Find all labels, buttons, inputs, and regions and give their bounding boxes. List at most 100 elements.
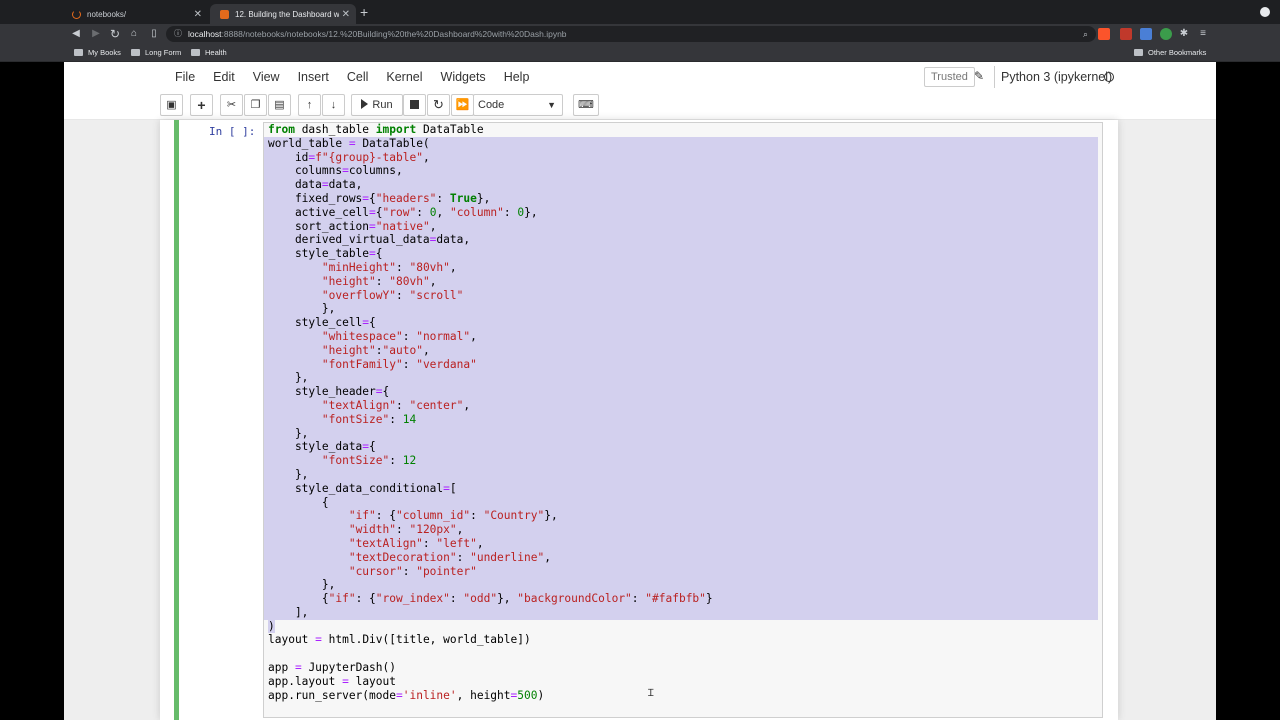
info-icon: ⓘ	[174, 29, 182, 38]
code-line: },	[264, 371, 1098, 386]
add-cell-icon[interactable]: +	[190, 94, 213, 116]
code-line: "width": "120px",	[264, 523, 1098, 537]
menu-insert[interactable]: Insert	[289, 64, 338, 90]
url-input[interactable]: ⓘ localhost:8888/notebooks/notebooks/12.…	[166, 26, 1096, 42]
move-up-icon[interactable]: ↑	[298, 94, 321, 116]
code-line: app.run_server(mode='inline', height=500…	[268, 688, 545, 702]
menu-cell[interactable]: Cell	[338, 64, 378, 90]
brave-shield-icon[interactable]	[1098, 28, 1110, 40]
kernel-name[interactable]: Python 3 (ipykernel)	[994, 66, 1112, 88]
extension-icon[interactable]	[1160, 28, 1172, 40]
code-line: data=data,	[264, 178, 1098, 192]
save-icon[interactable]: ▣	[160, 94, 183, 116]
menu-icon[interactable]: ≡	[1195, 26, 1211, 42]
run-label: Run	[372, 99, 393, 111]
play-icon	[361, 99, 369, 109]
browser-tab-active[interactable]: 12. Building the Dashboard with Dash.ipy…	[210, 4, 356, 24]
code-line: style_header={	[264, 385, 1098, 399]
kernel-idle-icon	[1104, 72, 1114, 82]
bookmark-my-books[interactable]: My Books	[74, 48, 121, 57]
code-editor[interactable]: from dash_table import DataTable world_ta…	[263, 122, 1103, 718]
translate-icon[interactable]	[1140, 28, 1152, 40]
code-line: "textAlign": "left",	[264, 536, 1098, 551]
code-line: style_cell={	[264, 316, 1098, 330]
bookmark-other[interactable]: Other Bookmarks	[1134, 48, 1206, 57]
new-tab-plus-icon[interactable]: +	[360, 5, 368, 19]
bookmark-icon[interactable]: ▯	[146, 26, 162, 42]
fast-forward-icon[interactable]: ⏩	[451, 94, 474, 116]
paste-icon[interactable]: ▤	[268, 94, 291, 116]
code-line: id=f"{group}-table",	[264, 150, 1098, 165]
code-cell[interactable]: In [ ]: from dash_table import DataTable…	[174, 120, 1104, 720]
folder-icon	[131, 49, 140, 56]
folder-icon	[1134, 49, 1143, 56]
close-icon[interactable]: ✕	[342, 9, 350, 20]
stop-icon	[410, 100, 419, 109]
code-line: },	[264, 578, 1098, 593]
text-cursor-icon: Ɪ	[648, 688, 654, 699]
code-line: "cursor": "pointer"	[264, 564, 1098, 579]
url-host: localhost	[188, 29, 222, 39]
code-line: derived_virtual_data=data,	[264, 233, 1098, 248]
browser-address-bar: ◀ ▶ ↻ ⌂ ▯ ⓘ localhost:8888/notebooks/not…	[0, 24, 1280, 44]
jupyter-header: File Edit View Insert Cell Kernel Widget…	[64, 62, 1216, 120]
jupyter-page: File Edit View Insert Cell Kernel Widget…	[0, 62, 1280, 720]
jupyter-favicon-icon	[220, 9, 229, 19]
cell-type-select[interactable]: Code ▼	[473, 94, 563, 116]
cut-icon[interactable]: ✂	[220, 94, 243, 116]
puzzle-icon[interactable]: ✱	[1176, 26, 1192, 42]
home-icon[interactable]: ⌂	[126, 26, 142, 42]
extension-icon[interactable]	[1120, 28, 1132, 40]
reload-icon[interactable]: ↻	[107, 26, 123, 42]
back-arrow-icon[interactable]: ◀	[68, 26, 84, 42]
code-line: world_table = DataTable(	[264, 136, 1098, 151]
code-line: app = JupyterDash()	[268, 661, 396, 675]
cell-prompt: In [ ]:	[209, 125, 256, 138]
forward-arrow-icon[interactable]: ▶	[88, 26, 104, 42]
code-line: "whitespace": "normal",	[264, 329, 1098, 344]
code-line: "textAlign": "center",	[264, 398, 1098, 413]
trusted-indicator[interactable]: Trusted	[924, 67, 975, 87]
menu-file[interactable]: File	[166, 64, 204, 90]
tab-title: 12. Building the Dashboard with Dash.ipy…	[235, 9, 339, 19]
bookmark-label: Other Bookmarks	[1148, 48, 1207, 57]
keyboard-icon[interactable]: ⌨	[573, 94, 599, 116]
profile-icon[interactable]	[1260, 7, 1270, 17]
code-line: sort_action="native",	[264, 219, 1098, 234]
code-line: ],	[264, 605, 1098, 620]
code-line: },	[264, 426, 1098, 441]
menu-kernel[interactable]: Kernel	[377, 64, 431, 90]
code-line: "fontSize": 12	[264, 454, 1098, 468]
browser-tab-notebooks[interactable]: notebooks/ ✕	[62, 4, 208, 24]
zoom-icon[interactable]: ⌕	[1083, 26, 1088, 42]
browser-tab-bar: notebooks/ ✕ 12. Building the Dashboard …	[0, 0, 1280, 24]
url-path: :8888/notebooks/notebooks/12.%20Building…	[221, 29, 567, 39]
move-down-icon[interactable]: ↓	[322, 94, 345, 116]
code-line: app.layout = layout	[268, 674, 396, 688]
menu-widgets[interactable]: Widgets	[432, 64, 495, 90]
run-button[interactable]: Run	[351, 94, 403, 116]
code-line: layout = html.Div([title, world_table])	[268, 633, 531, 647]
close-icon[interactable]: ✕	[194, 9, 202, 20]
folder-icon	[191, 49, 200, 56]
bookmark-label: Long Form	[145, 48, 182, 57]
bookmark-long-form[interactable]: Long Form	[131, 48, 181, 57]
code-line: from dash_table import DataTable	[268, 123, 484, 136]
menu-edit[interactable]: Edit	[204, 64, 244, 90]
edit-pencil-icon[interactable]: ✎	[974, 69, 984, 83]
code-line: columns=columns,	[264, 164, 1098, 179]
bookmark-health[interactable]: Health	[191, 48, 227, 57]
bookmark-label: My Books	[88, 48, 121, 57]
code-line: "overflowY": "scroll"	[264, 288, 1098, 303]
stop-button[interactable]	[403, 94, 426, 116]
menu-help[interactable]: Help	[495, 64, 539, 90]
bookmarks-bar: My Books Long Form Health Other Bookmark…	[0, 44, 1280, 62]
code-line: "fontFamily": "verdana"	[264, 357, 1098, 372]
code-line: )	[268, 619, 275, 633]
copy-icon[interactable]: ❐	[244, 94, 267, 116]
restart-icon[interactable]: ↻	[427, 94, 450, 116]
cell-type-value: Code	[478, 99, 505, 111]
code-line: "textDecoration": "underline",	[264, 550, 1098, 565]
menu-view[interactable]: View	[244, 64, 289, 90]
